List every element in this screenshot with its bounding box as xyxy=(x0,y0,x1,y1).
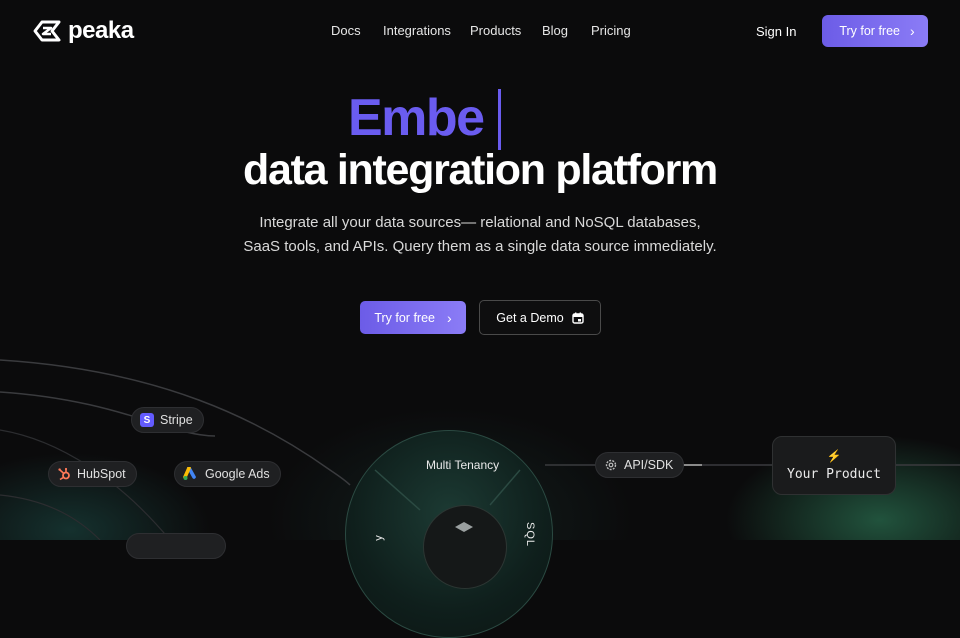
your-product-label: Your Product xyxy=(787,467,881,482)
connector-api-sdk: API/SDK xyxy=(595,452,685,478)
hub-core xyxy=(423,505,507,589)
connector-label: API/SDK xyxy=(624,458,674,472)
lightning-icon: ⚡ xyxy=(826,449,842,463)
peaka-hub-icon xyxy=(455,522,473,532)
your-product-card: ⚡ Your Product xyxy=(772,436,896,495)
gear-icon xyxy=(605,459,617,471)
hub-top-label: Multi Tenancy xyxy=(426,458,500,472)
hub-right-label: SQL xyxy=(524,522,536,548)
